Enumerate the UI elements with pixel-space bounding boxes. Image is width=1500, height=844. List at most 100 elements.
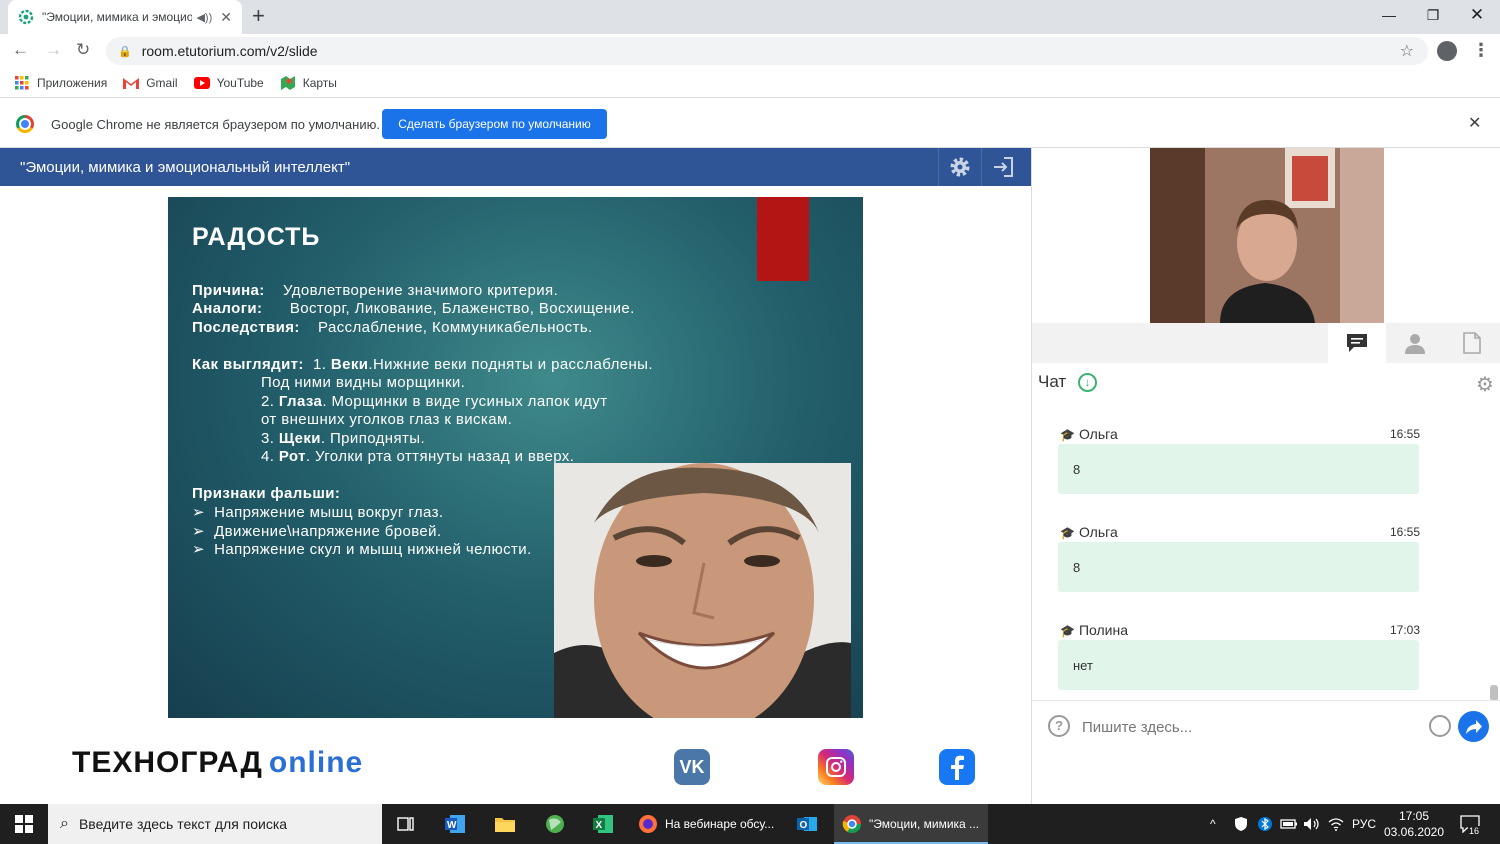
- right-panel: Чат ↓ ⚙ 🎓 Ольга 16:55 8 🎓 Ольга 16:55 8 🎓 П…: [1031, 148, 1500, 804]
- send-button[interactable]: [1458, 711, 1489, 742]
- message-bubble: нет: [1058, 640, 1419, 690]
- slide-line-fake-label: Признаки фальши:: [192, 485, 340, 502]
- tab-chat[interactable]: [1328, 323, 1386, 363]
- list-number: 2.: [261, 393, 275, 410]
- search-icon: ⌕: [60, 815, 69, 832]
- analogs-text: Восторг, Ликование, Блаженство, Восхищен…: [289, 300, 635, 317]
- exit-icon: [993, 157, 1013, 177]
- bookmark-star-icon[interactable]: ☆: [1400, 41, 1414, 61]
- message-time: 17:03: [1389, 623, 1420, 637]
- message-time: 16:55: [1389, 427, 1420, 441]
- presenter-video: [1150, 148, 1384, 323]
- graduation-cap-icon: 🎓: [1060, 624, 1075, 638]
- chat-settings-icon[interactable]: ⚙: [1476, 372, 1494, 397]
- look-4-keyword: Рот: [278, 448, 306, 465]
- taskbar-app-chrome[interactable]: "Эмоции, мимика ...: [834, 804, 988, 844]
- clock-date: 03.06.2020: [1383, 825, 1445, 839]
- send-arrow-icon: [1465, 719, 1482, 734]
- slide-line-look-1: Как выглядит: 1. Веки.Нижние веки поднят…: [192, 356, 653, 373]
- effects-label: Последствия:: [192, 319, 300, 336]
- back-icon[interactable]: ←: [12, 40, 29, 60]
- slide-line-look-3: 3. Щеки. Приподняты.: [261, 430, 425, 447]
- webinar-title: "Эмоции, мимика и эмоциональный интеллек…: [20, 159, 351, 176]
- maps-app-icon[interactable]: [540, 804, 570, 844]
- language-indicator[interactable]: РУС: [1352, 804, 1376, 844]
- message-time: 16:55: [1389, 525, 1420, 539]
- url-text: room.etutorium.com/v2/slide: [141, 43, 318, 59]
- close-window-icon[interactable]: ✕: [1454, 0, 1500, 30]
- show-hidden-icons[interactable]: ^: [1210, 804, 1216, 844]
- presenter-video-frame: [1150, 148, 1384, 323]
- facebook-button[interactable]: [939, 749, 975, 785]
- webinar-header: "Эмоции, мимика и эмоциональный интеллек…: [0, 148, 1031, 186]
- settings-button[interactable]: [938, 148, 980, 186]
- panel-tabs: [1032, 323, 1500, 363]
- look-1-keyword: Веки: [330, 356, 369, 373]
- clock-time: 17:05: [1398, 809, 1430, 823]
- minimize-icon[interactable]: —: [1366, 0, 1412, 30]
- notifications-button[interactable]: 16: [1460, 804, 1481, 844]
- slide-line-look-4: 4. Рот. Уголки рта оттянуты назад и ввер…: [261, 448, 574, 465]
- chat-input[interactable]: [1082, 715, 1422, 739]
- slide-line-look-1-cont: Под ними видны морщинки.: [261, 374, 466, 391]
- start-button[interactable]: [0, 804, 48, 844]
- taskbar-clock[interactable]: 17:05 03.06.2020: [1383, 808, 1445, 840]
- vk-button[interactable]: VK: [674, 749, 710, 785]
- close-tab-icon[interactable]: ✕: [220, 9, 232, 26]
- bookmark-apps[interactable]: Приложения: [14, 75, 108, 90]
- message-author: Полина: [1078, 622, 1129, 638]
- message-bubble: 8: [1058, 542, 1419, 592]
- taskbar-app-label: На вебинаре обсу...: [665, 817, 775, 831]
- restore-icon[interactable]: ❐: [1410, 0, 1456, 30]
- message-header: 🎓 Ольга 16:55: [1060, 524, 1420, 540]
- exit-button[interactable]: [981, 148, 1023, 186]
- bookmark-youtube[interactable]: YouTube: [193, 76, 264, 90]
- new-tab-icon[interactable]: +: [252, 3, 265, 29]
- tab-participants[interactable]: [1386, 323, 1444, 363]
- svg-text:O: O: [800, 820, 808, 831]
- browser-toolbar: ← → ↻ 🔒 room.etutorium.com/v2/slide ☆ ⋮: [0, 34, 1500, 68]
- windows-logo-icon: [15, 815, 33, 833]
- bookmark-gmail[interactable]: Gmail: [123, 76, 178, 90]
- forward-icon[interactable]: →: [45, 40, 62, 60]
- battery-icon[interactable]: [1280, 804, 1298, 844]
- bookmark-label: Приложения: [37, 75, 108, 90]
- volume-icon[interactable]: [1303, 804, 1321, 844]
- word-icon[interactable]: W: [440, 804, 470, 844]
- close-infobar-icon[interactable]: ✕: [1468, 113, 1481, 133]
- bookmark-maps[interactable]: Карты: [280, 75, 337, 90]
- profile-avatar-icon[interactable]: [1437, 41, 1457, 61]
- wifi-icon[interactable]: [1328, 804, 1344, 844]
- slide-bullet: ➢ Напряжение мышц вокруг глаз.: [192, 504, 444, 521]
- chrome-menu-icon[interactable]: ⋮: [1472, 40, 1490, 61]
- set-default-browser-button[interactable]: Сделать браузером по умолчанию: [382, 109, 607, 139]
- look-3-keyword: Щеки: [278, 430, 321, 447]
- tab-files[interactable]: [1443, 323, 1500, 363]
- slide-bullet: ➢ Напряжение скул и мышц нижней челюсти.: [192, 541, 532, 558]
- taskbar-search[interactable]: ⌕ Введите здесь текст для поиска: [48, 804, 382, 844]
- file-explorer-icon[interactable]: [490, 804, 520, 844]
- audio-playing-icon[interactable]: ◀)): [196, 11, 212, 24]
- address-bar[interactable]: 🔒 room.etutorium.com/v2/slide ☆: [106, 37, 1428, 65]
- list-number: 3.: [261, 430, 275, 447]
- look-4-text: . Уголки рта оттянуты назад и вверх.: [305, 448, 575, 465]
- bluetooth-icon[interactable]: [1258, 804, 1272, 844]
- svg-text:X: X: [596, 820, 603, 831]
- user-icon: [1405, 334, 1425, 354]
- reload-icon[interactable]: ↻: [76, 40, 90, 60]
- task-view-icon[interactable]: [390, 804, 422, 844]
- tab-title: "Эмоции, мимика и эмоциональный интеллек…: [42, 10, 193, 24]
- emoji-icon[interactable]: [1429, 715, 1451, 737]
- list-number: 4.: [261, 448, 275, 465]
- instagram-button[interactable]: [818, 749, 854, 785]
- slide-line-look-2-cont: от внешних уголков глаз к вискам.: [261, 411, 513, 428]
- apps-grid-icon: [15, 75, 29, 89]
- outlook-icon[interactable]: O: [792, 804, 822, 844]
- logo-suffix: online: [268, 746, 364, 779]
- browser-tab-active[interactable]: "Эмоции, мимика и эмоциональный интеллек…: [8, 0, 242, 34]
- defender-icon[interactable]: [1234, 804, 1248, 844]
- excel-icon[interactable]: X: [588, 804, 618, 844]
- chat-scrollbar[interactable]: [1490, 685, 1498, 701]
- download-chat-icon[interactable]: ↓: [1078, 373, 1097, 392]
- help-icon[interactable]: ?: [1048, 715, 1070, 737]
